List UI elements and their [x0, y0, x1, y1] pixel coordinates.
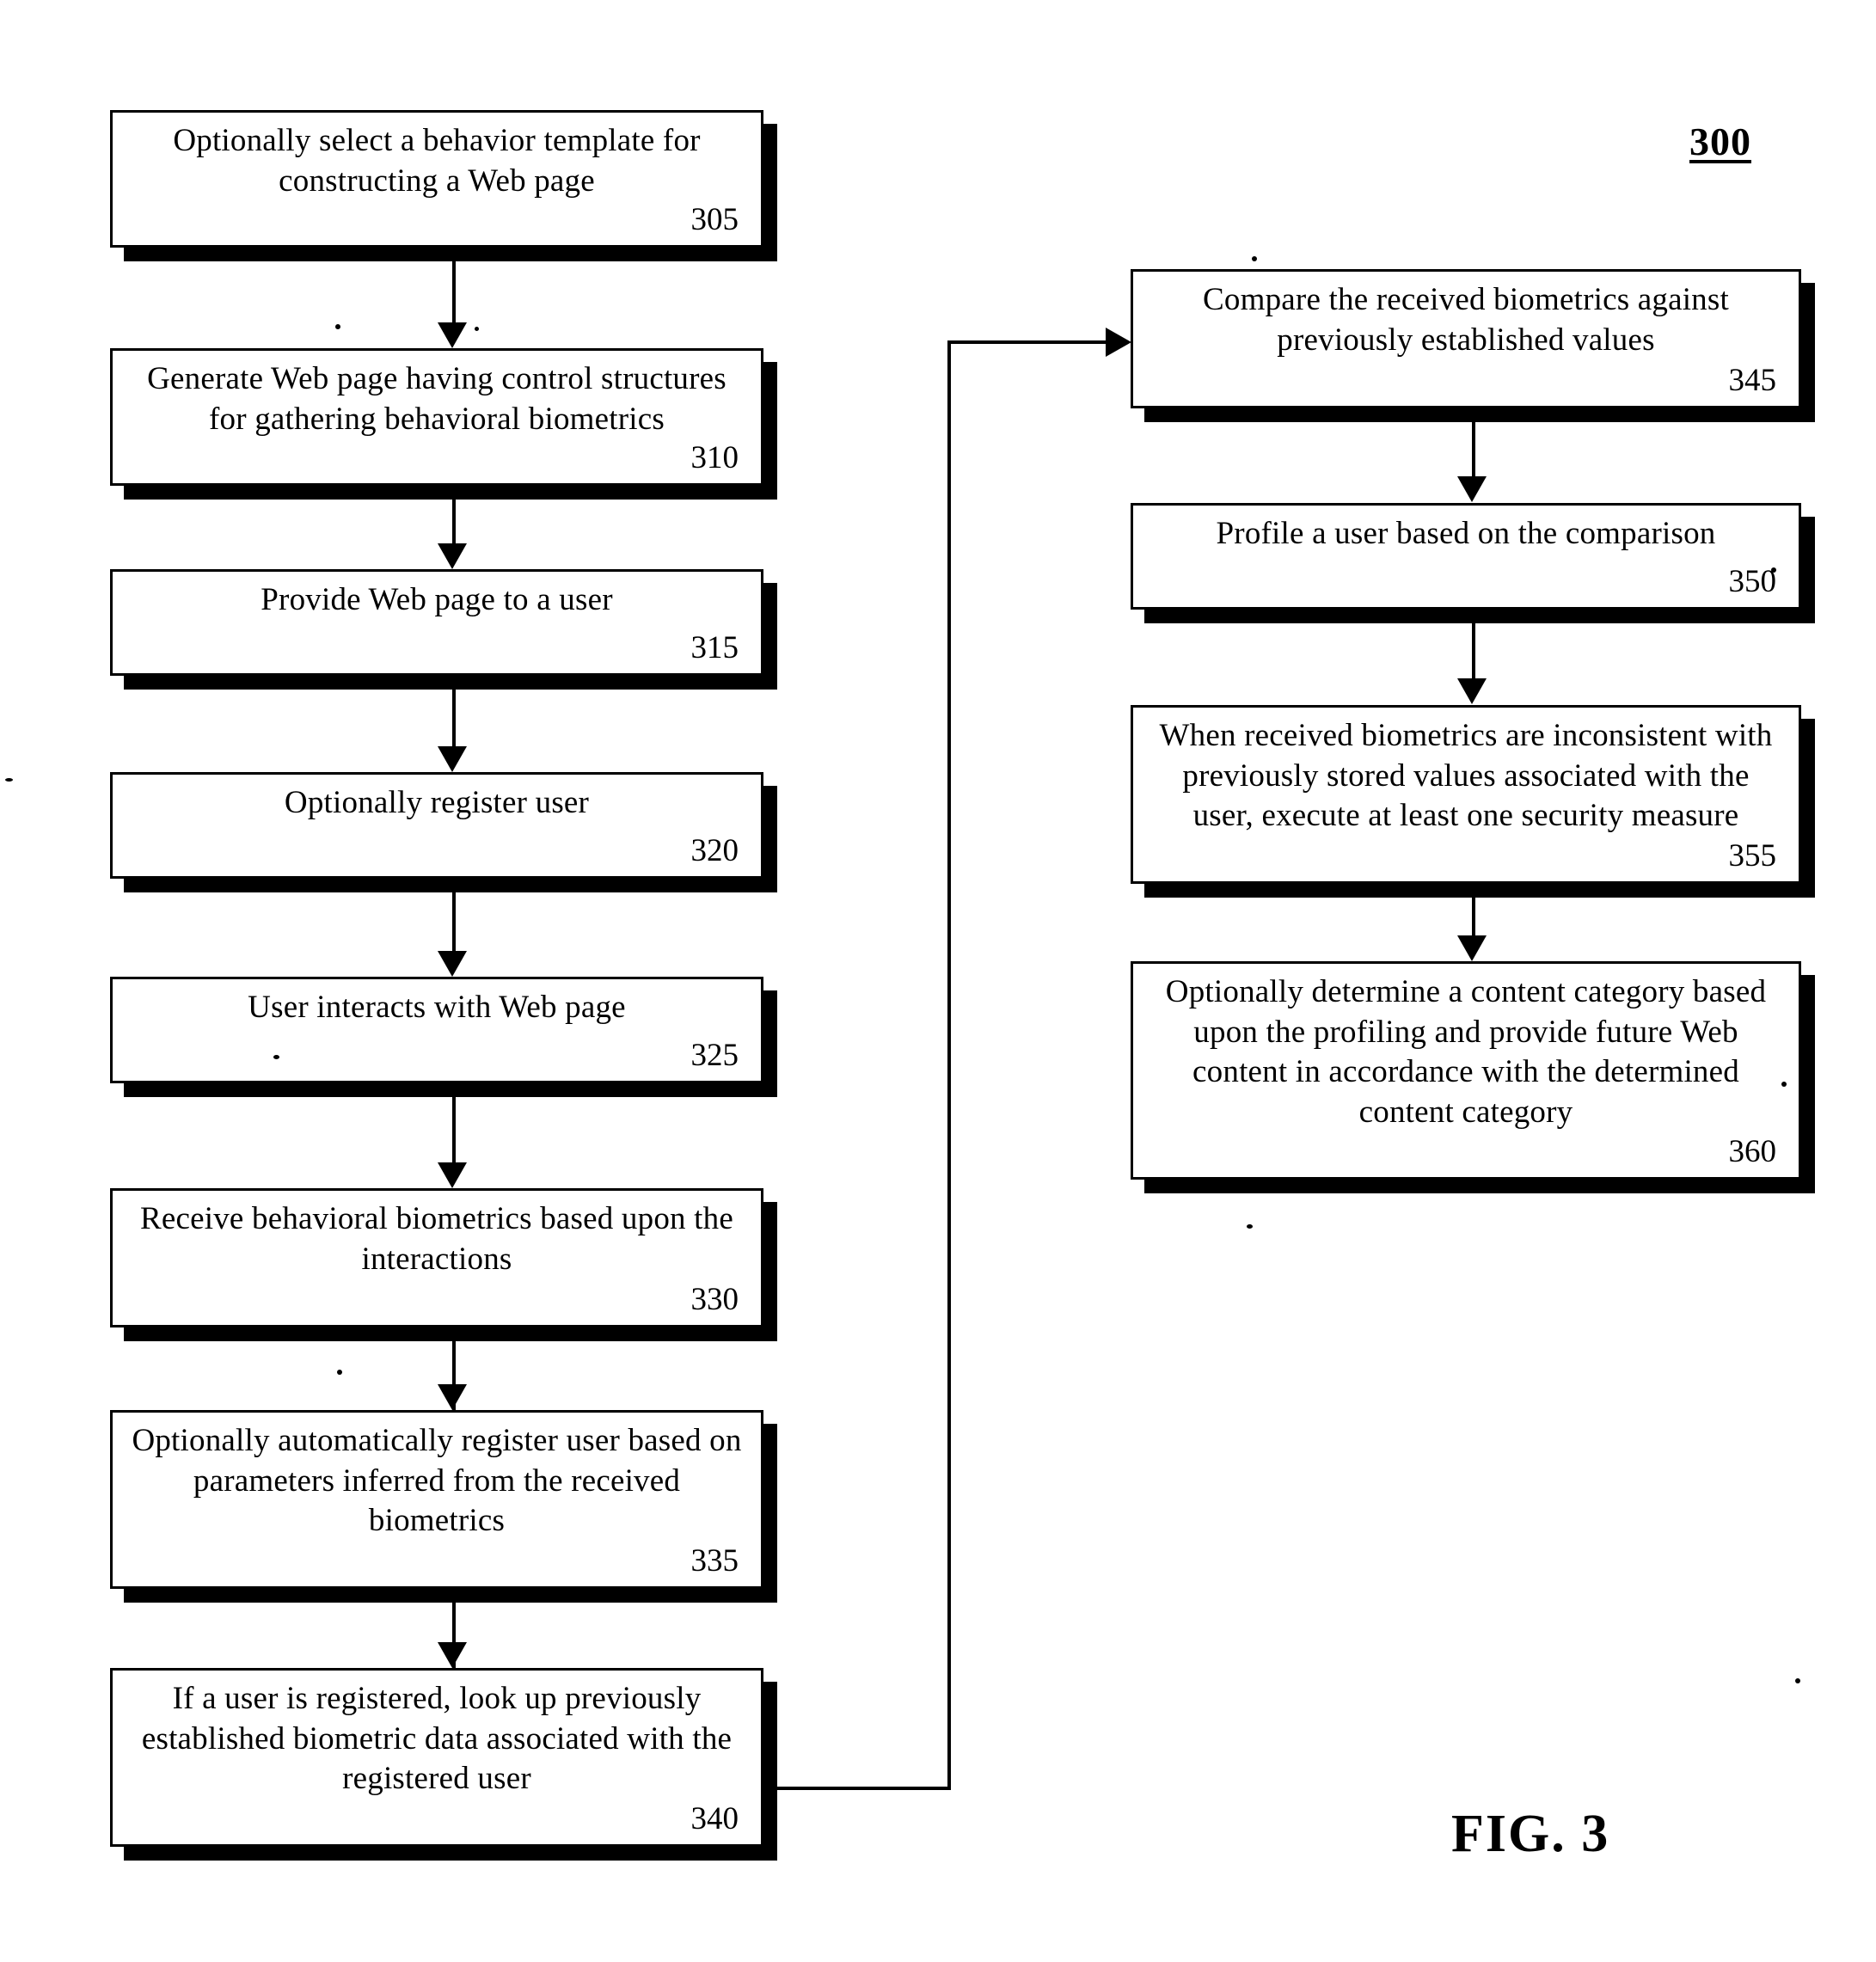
scan-speck [5, 778, 13, 782]
scan-speck [273, 1055, 279, 1059]
connector-355-360-arrowhead [1457, 935, 1487, 961]
connector-320-325-line [452, 892, 456, 951]
scan-speck [1247, 1224, 1253, 1229]
connector-315-320-line [452, 690, 456, 746]
connector-320-325-arrowhead [438, 951, 467, 977]
process-box-355: When received biometrics are inconsisten… [1131, 705, 1801, 884]
patent-figure-page: 300 Optionally select a behavior templat… [0, 0, 1876, 1962]
process-box-360-number: 360 [1728, 1134, 1777, 1169]
connector-325-330-line [452, 1097, 456, 1162]
process-box-330: Receive behavioral biometrics based upon… [110, 1188, 763, 1327]
figure-reference-number: 300 [1689, 120, 1751, 163]
connector-335-340-arrowhead [438, 1642, 467, 1668]
process-box-345-number: 345 [1728, 363, 1777, 398]
process-box-355-number: 355 [1728, 838, 1777, 874]
process-box-325-text: User interacts with Web page [248, 990, 626, 1025]
scan-speck [1795, 1678, 1800, 1683]
process-box-320-text: Optionally register user [284, 785, 590, 820]
process-box-315-number: 315 [690, 630, 739, 665]
process-box-315-text: Provide Web page to a user [261, 582, 613, 617]
process-box-340: If a user is registered, look up previou… [110, 1668, 763, 1847]
process-box-355-text: When received biometrics are inconsisten… [1159, 718, 1773, 834]
scan-speck [335, 324, 340, 329]
process-box-345: Compare the received biometrics against … [1131, 269, 1801, 408]
process-box-330-text: Receive behavioral biometrics based upon… [140, 1201, 733, 1277]
scan-speck [1252, 256, 1257, 261]
process-box-335-text: Optionally automatically register user b… [132, 1423, 742, 1539]
process-box-335: Optionally automatically register user b… [110, 1410, 763, 1589]
process-box-310: Generate Web page having control structu… [110, 348, 763, 486]
scan-speck [1781, 1082, 1787, 1087]
process-box-350: Profile a user based on the comparison 3… [1131, 503, 1801, 610]
connector-355-360-line [1472, 898, 1475, 939]
connector-340-345-arrowhead [1106, 328, 1131, 357]
process-box-360-text: Optionally determine a content category … [1165, 974, 1767, 1130]
process-box-320: Optionally register user 320 [110, 772, 763, 879]
scan-speck [337, 1370, 342, 1375]
process-box-305-number: 305 [690, 202, 739, 238]
connector-350-355-line [1472, 623, 1475, 680]
connector-345-350-arrowhead [1457, 476, 1487, 502]
connector-340-345-segment-right [763, 1787, 951, 1790]
connector-330-335-arrowhead [438, 1384, 467, 1410]
connector-315-320-arrowhead [438, 746, 467, 772]
process-box-330-number: 330 [690, 1282, 739, 1317]
connector-340-345-segment-top [947, 340, 1107, 344]
figure-caption: FIG. 3 [1451, 1805, 1610, 1863]
process-box-350-number: 350 [1728, 564, 1777, 599]
connector-305-310-line [452, 261, 456, 323]
process-box-340-text: If a user is registered, look up previou… [141, 1681, 733, 1797]
process-box-320-number: 320 [690, 833, 739, 868]
scan-speck [475, 327, 479, 331]
process-box-325: User interacts with Web page 325 [110, 977, 763, 1083]
connector-310-315-line [452, 500, 456, 544]
process-box-335-number: 335 [690, 1543, 739, 1579]
process-box-325-number: 325 [690, 1038, 739, 1073]
process-box-305: Optionally select a behavior template fo… [110, 110, 763, 248]
connector-325-330-arrowhead [438, 1162, 467, 1188]
connector-305-310-arrowhead [438, 322, 467, 348]
connector-350-355-arrowhead [1457, 678, 1487, 704]
connector-345-350-line [1472, 422, 1475, 477]
process-box-340-number: 340 [690, 1801, 739, 1836]
connector-340-345-segment-vertical [947, 340, 951, 1790]
scan-speck [1771, 567, 1776, 573]
process-box-360: Optionally determine a content category … [1131, 961, 1801, 1180]
process-box-310-text: Generate Web page having control structu… [147, 361, 726, 437]
process-box-315: Provide Web page to a user 315 [110, 569, 763, 676]
process-box-350-text: Profile a user based on the comparison [1216, 516, 1716, 551]
process-box-305-text: Optionally select a behavior template fo… [173, 123, 701, 199]
process-box-345-text: Compare the received biometrics against … [1203, 282, 1729, 358]
connector-310-315-arrowhead [438, 543, 467, 569]
process-box-310-number: 310 [690, 440, 739, 476]
